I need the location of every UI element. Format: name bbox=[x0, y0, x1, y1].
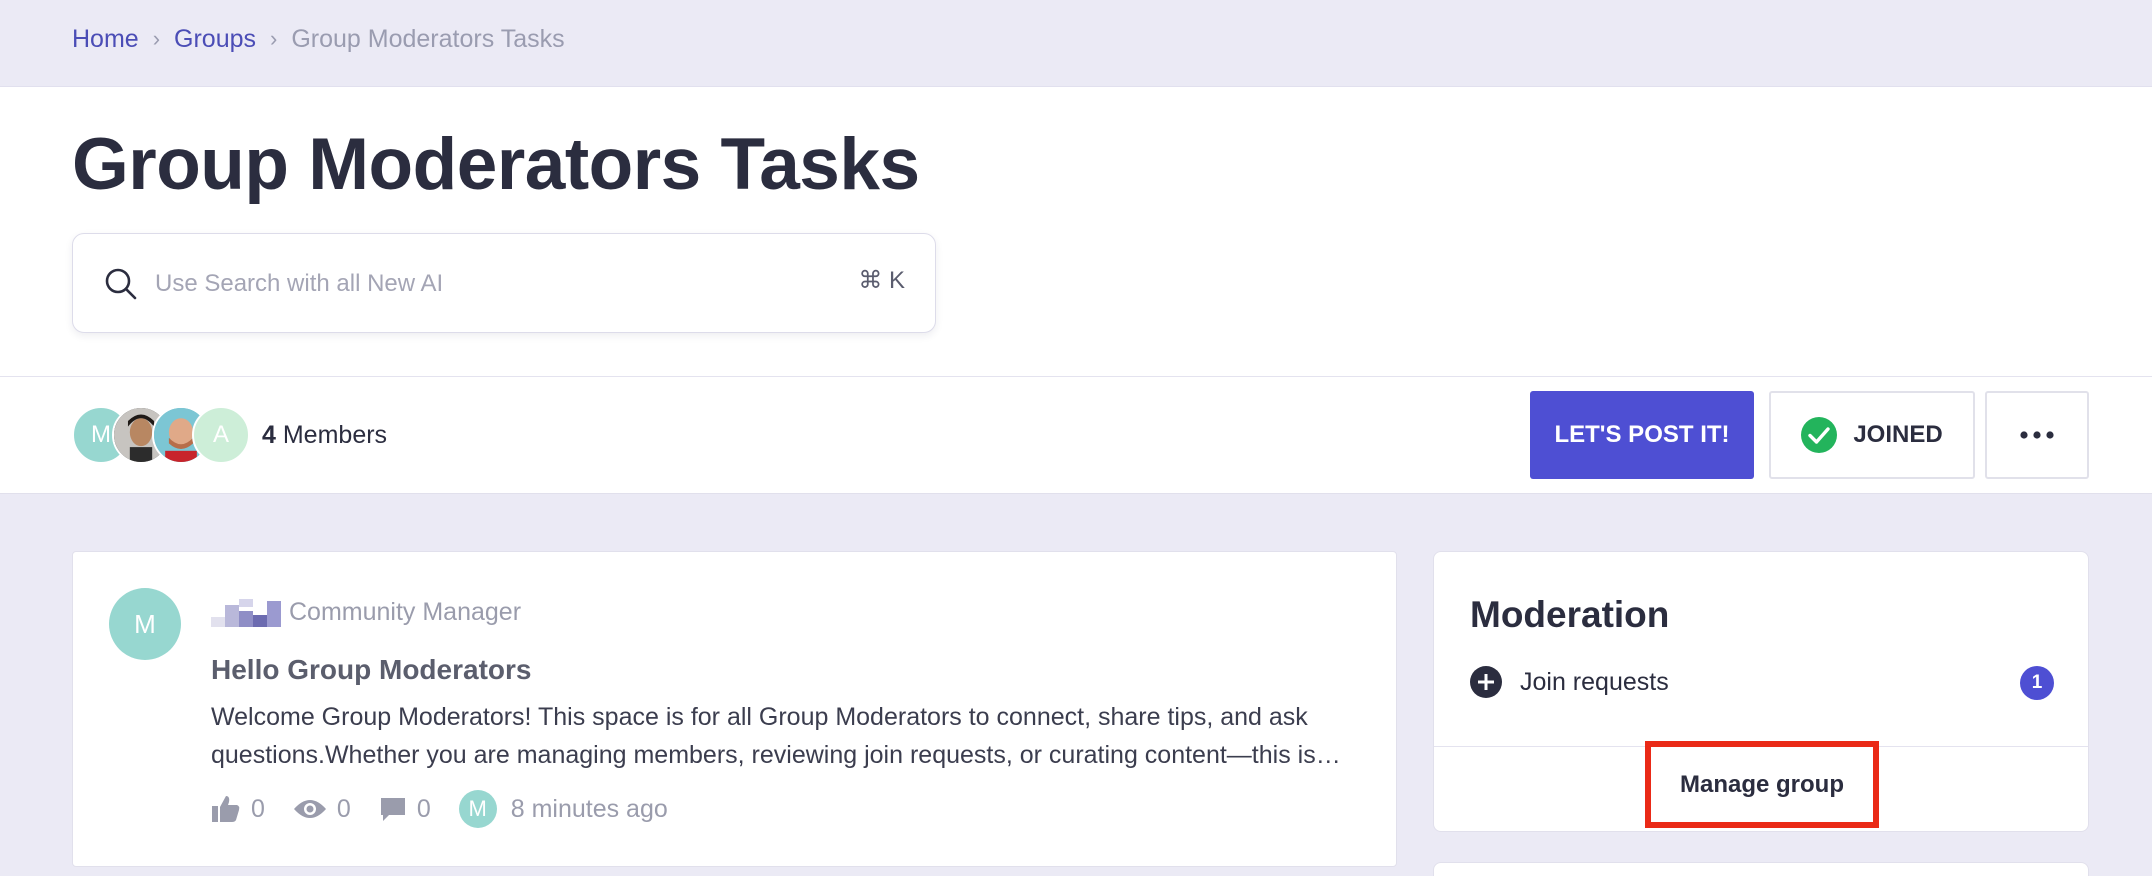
join-requests-badge: 1 bbox=[2020, 666, 2054, 700]
post-time: 8 minutes ago bbox=[510, 794, 668, 823]
members-bar: M A 4 Members LET'S POST IT! JOINED bbox=[0, 376, 2152, 494]
search-input[interactable] bbox=[155, 262, 775, 306]
manage-group-button[interactable]: Manage group bbox=[1645, 741, 1879, 828]
post-meta: Community Manager bbox=[211, 594, 521, 630]
members-count[interactable]: 4 Members bbox=[262, 421, 387, 450]
more-horizontal-icon bbox=[2020, 431, 2054, 439]
breadcrumb: Home › Groups › Group Moderators Tasks bbox=[72, 22, 565, 56]
plus-circle-icon bbox=[1470, 666, 1502, 698]
sidebar-card bbox=[1433, 862, 2089, 876]
chevron-right-icon: › bbox=[152, 26, 161, 51]
create-post-button[interactable]: LET'S POST IT! bbox=[1530, 391, 1754, 479]
join-requests-label: Join requests bbox=[1520, 667, 1669, 696]
breadcrumb-home-link[interactable]: Home bbox=[72, 25, 139, 54]
eye-icon bbox=[293, 800, 326, 818]
like-stat[interactable]: 0 bbox=[211, 794, 265, 824]
comment-icon bbox=[380, 798, 405, 821]
comments-stat[interactable]: 0 bbox=[379, 795, 431, 824]
views-stat: 0 bbox=[293, 795, 351, 824]
group-header: Group Moderators Tasks ⌘ K bbox=[0, 86, 2152, 376]
post-stats: 0 0 0 M 8 minutes ago bbox=[211, 788, 668, 830]
thumbs-up-icon bbox=[212, 796, 240, 822]
check-circle-icon bbox=[1801, 417, 1838, 453]
moderation-title: Moderation bbox=[1470, 594, 1670, 635]
post-card[interactable]: M Community Manager Hello Group Moderato… bbox=[72, 551, 1397, 867]
join-requests-item[interactable]: Join requests 1 bbox=[1470, 662, 2054, 702]
search-icon bbox=[105, 268, 137, 300]
breadcrumb-current: Group Moderators Tasks bbox=[291, 24, 565, 53]
breadcrumb-groups-link[interactable]: Groups bbox=[174, 25, 256, 54]
redacted-author-name bbox=[211, 599, 281, 627]
search-box[interactable]: ⌘ K bbox=[72, 233, 936, 333]
more-options-button[interactable] bbox=[1985, 391, 2089, 479]
chevron-right-icon: › bbox=[270, 26, 278, 51]
post-title[interactable]: Hello Group Moderators bbox=[211, 654, 531, 686]
page-title: Group Moderators Tasks bbox=[72, 124, 920, 205]
member-avatars[interactable]: M A bbox=[72, 406, 252, 464]
search-shortcut: ⌘ K bbox=[858, 267, 905, 294]
last-reply-avatar[interactable]: M bbox=[458, 790, 497, 828]
author-avatar[interactable]: M bbox=[109, 588, 181, 660]
joined-button[interactable]: JOINED bbox=[1769, 391, 1975, 479]
post-excerpt: Welcome Group Moderators! This space is … bbox=[211, 703, 1341, 769]
avatar[interactable]: A bbox=[192, 406, 250, 464]
moderation-card: Moderation Join requests 1 Manage group bbox=[1433, 551, 2089, 832]
author-role: Community Manager bbox=[289, 597, 522, 626]
